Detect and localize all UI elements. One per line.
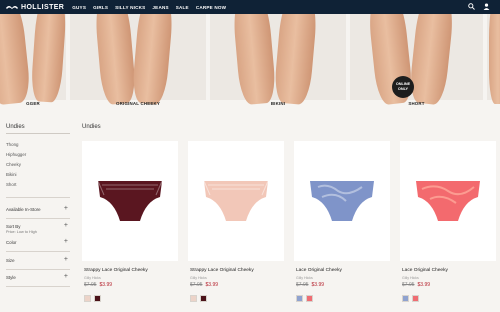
product-image[interactable] [188, 141, 284, 261]
product-brand: Gilly Hicks [402, 276, 419, 280]
hero-caption: BIKINI [270, 101, 286, 106]
account-icon[interactable] [483, 3, 490, 10]
underwear-image [416, 181, 480, 221]
hero-image [70, 14, 206, 106]
product-card[interactable]: Strappy Lace Original Cheeky Gilly Hicks… [82, 141, 178, 302]
product-shape [98, 181, 162, 221]
original-price: $7.95 [296, 282, 309, 288]
color-swatch[interactable] [190, 295, 197, 302]
sidebar-link-short[interactable]: Short [6, 182, 17, 187]
color-swatches [296, 295, 313, 302]
product-price: $7.95 $3.99 [296, 282, 324, 288]
divider [6, 286, 70, 287]
hero-tile-original-cheeky[interactable]: ORIGINAL CHEEKY [70, 14, 206, 110]
sidebar-link-bikini[interactable]: Bikini [6, 172, 17, 177]
plus-icon: + [63, 222, 68, 229]
plus-icon: + [63, 273, 68, 280]
filter-available-in-store[interactable]: Available In-Store + [6, 205, 70, 216]
filter-color[interactable]: Color + [6, 238, 70, 249]
sidebar-title: Undies [6, 124, 25, 130]
product-brand: Gilly Hicks [190, 276, 207, 280]
color-swatches [402, 295, 419, 302]
product-name[interactable]: Lace Original Cheeky [296, 268, 342, 273]
product-card[interactable]: Strappy Lace Original Cheeky Gilly Hicks… [188, 141, 284, 302]
hero-caption: ORIGINAL CHEEKY [116, 101, 160, 106]
color-swatch[interactable] [402, 295, 409, 302]
product-brand: Gilly Hicks [84, 276, 101, 280]
product-image[interactable] [294, 141, 390, 261]
product-price: $7.95 $3.99 [402, 282, 430, 288]
underwear-image [97, 180, 163, 221]
hero-image [350, 14, 483, 106]
nav-link-silly-nicks[interactable]: SILLY NICKS [115, 5, 145, 10]
hero-caption: GGER [26, 101, 40, 106]
filter-sort-by[interactable]: Sort By Price: Low to High + [6, 222, 70, 234]
section-title: Undies [82, 124, 101, 130]
product-card[interactable]: Lace Original Cheeky Gilly Hicks $7.95 $3… [400, 141, 496, 302]
color-swatch[interactable] [306, 295, 313, 302]
divider [6, 218, 70, 219]
nav-link-guys[interactable]: GUYS [72, 5, 86, 10]
sale-price: $3.99 [205, 282, 219, 288]
plus-icon: + [63, 205, 68, 212]
plus-icon: + [63, 256, 68, 263]
filter-size[interactable]: Size + [6, 256, 70, 267]
product-name[interactable]: Strappy Lace Original Cheeky [190, 268, 254, 273]
product-name[interactable]: Strappy Lace Original Cheeky [84, 268, 148, 273]
hero-tile-next[interactable] [487, 14, 500, 110]
color-swatch[interactable] [200, 295, 207, 302]
original-price: $7.95 [190, 282, 203, 288]
sale-price: $3.99 [417, 282, 431, 288]
nav-links: GUYS GIRLS SILLY NICKS JEANS SALE CARPE … [72, 5, 233, 10]
online-only-badge: ONLINE ONLY [392, 76, 414, 98]
divider [6, 133, 70, 134]
hero-image [0, 14, 66, 106]
filter-style[interactable]: Style + [6, 273, 70, 284]
color-swatches [84, 295, 101, 302]
color-swatch[interactable] [94, 295, 101, 302]
product-shape [204, 181, 268, 221]
brand-logo[interactable]: HOLLISTER [6, 4, 64, 11]
product-image[interactable] [400, 141, 496, 261]
seagull-icon [6, 5, 18, 9]
product-image[interactable] [82, 141, 178, 261]
plus-icon: + [63, 238, 68, 245]
product-price: $7.95 $3.99 [84, 282, 112, 288]
original-price: $7.95 [84, 282, 97, 288]
sale-price: $3.99 [311, 282, 325, 288]
color-swatches [190, 295, 207, 302]
sidebar-link-hiphugger[interactable]: Hiphugger [6, 152, 26, 157]
sidebar-link-thong[interactable]: Thong [6, 142, 18, 147]
product-price: $7.95 $3.99 [190, 282, 218, 288]
category-hero-strip: GGER ORIGINAL CHEEKY BIKINI ONLINE ONLY … [0, 14, 500, 110]
sale-price: $3.99 [99, 282, 113, 288]
hero-image [210, 14, 346, 106]
sidebar-link-cheeky[interactable]: Cheeky [6, 162, 21, 167]
top-nav: HOLLISTER GUYS GIRLS SILLY NICKS JEANS S… [0, 0, 500, 14]
underwear-image [203, 180, 269, 221]
hero-tile-hiphugger[interactable]: GGER [0, 14, 66, 110]
original-price: $7.95 [402, 282, 415, 288]
brand-name: HOLLISTER [21, 3, 65, 11]
product-brand: Gilly Hicks [296, 276, 313, 280]
color-swatch[interactable] [84, 295, 91, 302]
color-swatch[interactable] [412, 295, 419, 302]
divider [6, 197, 70, 198]
underwear-image [310, 181, 374, 221]
color-swatch[interactable] [296, 295, 303, 302]
sort-value: Price: Low to High [6, 230, 37, 234]
product-card[interactable]: Lace Original Cheeky Gilly Hicks $7.95 $3… [294, 141, 390, 302]
hero-tile-bikini[interactable]: BIKINI [210, 14, 346, 110]
nav-link-sale[interactable]: SALE [176, 5, 189, 10]
nav-link-jeans[interactable]: JEANS [152, 5, 168, 10]
search-icon[interactable] [468, 3, 475, 10]
divider [6, 251, 70, 252]
hero-tile-short[interactable]: ONLINE ONLY SHORT [350, 14, 483, 110]
nav-link-girls[interactable]: GIRLS [93, 5, 108, 10]
hero-caption: SHORT [408, 101, 425, 106]
product-name[interactable]: Lace Original Cheeky [402, 268, 448, 273]
nav-link-carpe-now[interactable]: CARPE NOW [196, 5, 226, 10]
divider [6, 269, 70, 270]
